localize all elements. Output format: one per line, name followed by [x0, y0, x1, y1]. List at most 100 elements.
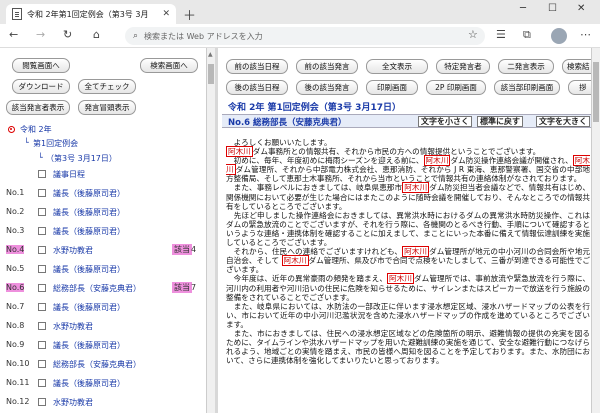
match-badge: 該当: [172, 244, 192, 255]
scroll-up-icon[interactable]: ▲: [208, 51, 213, 58]
speaker-row: No.11 議長（後藤原司君）: [0, 377, 206, 391]
speech-body: よろしくお願いいたします。 阿木川 ダム事務所との情報共有、それから市民の方への情報…: [226, 138, 590, 365]
speaker-link[interactable]: 水野功教君: [53, 321, 93, 332]
next-speech-button[interactable]: 後の該当発言: [296, 80, 358, 95]
profile-avatar[interactable]: [551, 28, 567, 44]
row-number: No.10: [6, 359, 30, 368]
row-checkbox[interactable]: [38, 265, 46, 273]
result-list-pane: 閲覧画面へ 検索画面へ ダウンロード 全てチェック 該当発言者表示 発言冒頭表示…: [0, 48, 206, 413]
speaker-link[interactable]: 総務部長（安藤克典君）: [53, 283, 141, 294]
right-scroll-thumb[interactable]: [593, 62, 599, 122]
row-checkbox[interactable]: [38, 303, 46, 311]
favorites-bar-icon[interactable]: ☰: [496, 28, 506, 41]
speaker-link[interactable]: 議長（後藤原司君）: [53, 226, 125, 237]
speaker-link[interactable]: 議長（後藤原司君）: [53, 264, 125, 275]
speaker-link[interactable]: 水野功教君: [53, 397, 93, 408]
tree-year[interactable]: 令和 2年: [20, 124, 52, 135]
speaker-row: No.8 水野功教君: [0, 320, 206, 334]
row-number: No.1: [6, 188, 25, 197]
speaker-link[interactable]: 総務部長（安藤克典君）: [53, 359, 141, 370]
row-number: No.7: [6, 302, 25, 311]
row-checkbox[interactable]: [38, 322, 46, 330]
back-icon[interactable]: ←: [9, 28, 18, 41]
row-number: No.2: [6, 207, 25, 216]
match-count: 4: [191, 245, 197, 254]
speaker-link[interactable]: 議長（後藤原司君）: [53, 340, 125, 351]
row-number: No.12: [6, 397, 30, 406]
keyword-highlight: 阿木川: [402, 182, 430, 194]
reload-icon[interactable]: ↻: [63, 28, 72, 41]
speaker-link[interactable]: 議長（後藤原司君）: [53, 207, 125, 218]
print-2p-button[interactable]: 2P 印刷画面: [426, 80, 486, 95]
right-scrollbar[interactable]: [591, 48, 600, 413]
minimize-icon[interactable]: ─: [520, 3, 526, 14]
prev-speech-button[interactable]: 前の該当発言: [296, 59, 358, 74]
print-matches-button[interactable]: 該当部印刷画面: [494, 80, 560, 95]
close-window-icon[interactable]: ✕: [577, 3, 585, 14]
next-agenda-button[interactable]: 後の該当日程: [226, 80, 288, 95]
speaker-link[interactable]: 水野功教君: [53, 245, 93, 256]
speaker-row: No.1 議長（後藤原司君）: [0, 187, 206, 201]
left-scrollbar[interactable]: ▲: [206, 48, 215, 413]
agenda-row: 議事日程: [0, 168, 206, 182]
address-bar[interactable]: ⌕ 検索または Web アドレスを入力: [125, 27, 485, 45]
print-button[interactable]: 印刷画面: [366, 80, 418, 95]
collections-icon[interactable]: ⧉: [523, 28, 531, 42]
tree-issue[interactable]: （第3号 3月17日）: [46, 153, 117, 164]
keyword-highlight: 阿木川: [386, 273, 414, 285]
row-checkbox[interactable]: [38, 246, 46, 254]
keyword-highlight: 阿木川: [402, 246, 430, 258]
full-text-button[interactable]: 全文表示: [366, 59, 428, 74]
keyword-highlight: 阿木川: [423, 155, 451, 167]
session-title: 令和 2年 第1回定例会（第3号 3月17日）: [228, 103, 401, 113]
maximize-icon[interactable]: ☐: [548, 3, 557, 14]
two-speech-button[interactable]: 二発言表示: [498, 59, 554, 74]
left-scroll-thumb[interactable]: [208, 64, 214, 84]
specific-speaker-button[interactable]: 特定発言者: [436, 59, 490, 74]
font-smaller-button[interactable]: 文字を小さく: [418, 116, 472, 127]
row-checkbox[interactable]: [38, 379, 46, 387]
font-larger-button[interactable]: 文字を大きく: [536, 116, 590, 127]
download-button[interactable]: ダウンロード: [12, 79, 70, 94]
search-screen-button[interactable]: 検索画面へ: [140, 58, 198, 73]
check-all-button[interactable]: 全てチェック: [78, 79, 136, 94]
speaker-list-button[interactable]: 該当発言者表示: [6, 100, 70, 115]
row-checkbox[interactable]: [38, 208, 46, 216]
viewer-button[interactable]: 閲覧画面へ: [12, 58, 70, 73]
speaker-row: No.2 議長（後藤原司君）: [0, 206, 206, 220]
year-node-icon: [8, 126, 15, 133]
browser-tab[interactable]: 令和 2年第1回定例会（第3号 3月 ✕: [6, 4, 176, 24]
speaker-link[interactable]: 議長（後藤原司君）: [53, 378, 125, 389]
speech-paragraph: それから、住民への連絡でございますけれども、 阿木川 ダム管理所が地元の中小河川の合…: [226, 246, 591, 275]
row-checkbox[interactable]: [38, 227, 46, 235]
tree-branch-icon: └: [38, 153, 43, 162]
forward-icon[interactable]: →: [36, 28, 45, 41]
close-tab-icon[interactable]: ✕: [162, 9, 170, 19]
speaker-row: No.5 議長（後藤原司君）: [0, 263, 206, 277]
agenda-link[interactable]: 議事日程: [53, 169, 85, 180]
browser-toolbar: ← → ↻ ⌂ ⌕ 検索または Web アドレスを入力 ☆ ☰ ⧉ ⋯: [0, 24, 600, 48]
row-checkbox[interactable]: [38, 284, 46, 292]
match-badge: 該当: [172, 282, 192, 293]
prev-agenda-button[interactable]: 前の該当日程: [226, 59, 288, 74]
tab-strip: 令和 2年第1回定例会（第3号 3月 ✕ ＋ ─ ☐ ✕: [0, 0, 600, 24]
favorite-icon[interactable]: ☆: [468, 28, 478, 41]
speaker-link[interactable]: 議長（後藤原司君）: [53, 302, 125, 313]
speech-list-button[interactable]: 発言冒頭表示: [78, 100, 136, 115]
new-tab-icon[interactable]: ＋: [183, 5, 196, 24]
row-checkbox[interactable]: [38, 341, 46, 349]
row-checkbox[interactable]: [38, 398, 46, 406]
home-icon[interactable]: ⌂: [93, 28, 100, 41]
speaker-row: No.3 議長（後藤原司君）: [0, 225, 206, 239]
agenda-checkbox[interactable]: [38, 170, 46, 178]
tree-session[interactable]: 第1回定例会: [33, 138, 78, 149]
speech-paragraph: 先ほど申しました操作連絡会におきましては、異常洪水時におけるダムの異常洪水時防災…: [226, 210, 590, 248]
more-icon[interactable]: ⋯: [580, 28, 591, 41]
speaker-link[interactable]: 議長（後藤原司君）: [53, 188, 125, 199]
row-number: No.11: [6, 378, 30, 387]
font-reset-button[interactable]: 標準に戻す: [477, 116, 523, 127]
row-checkbox[interactable]: [38, 189, 46, 197]
address-placeholder: 検索または Web アドレスを入力: [144, 31, 263, 41]
row-checkbox[interactable]: [38, 360, 46, 368]
speech-paragraph: 阿木川 ダム事務所との情報共有、それから市民の方への情報提供ということでございます…: [226, 146, 541, 158]
